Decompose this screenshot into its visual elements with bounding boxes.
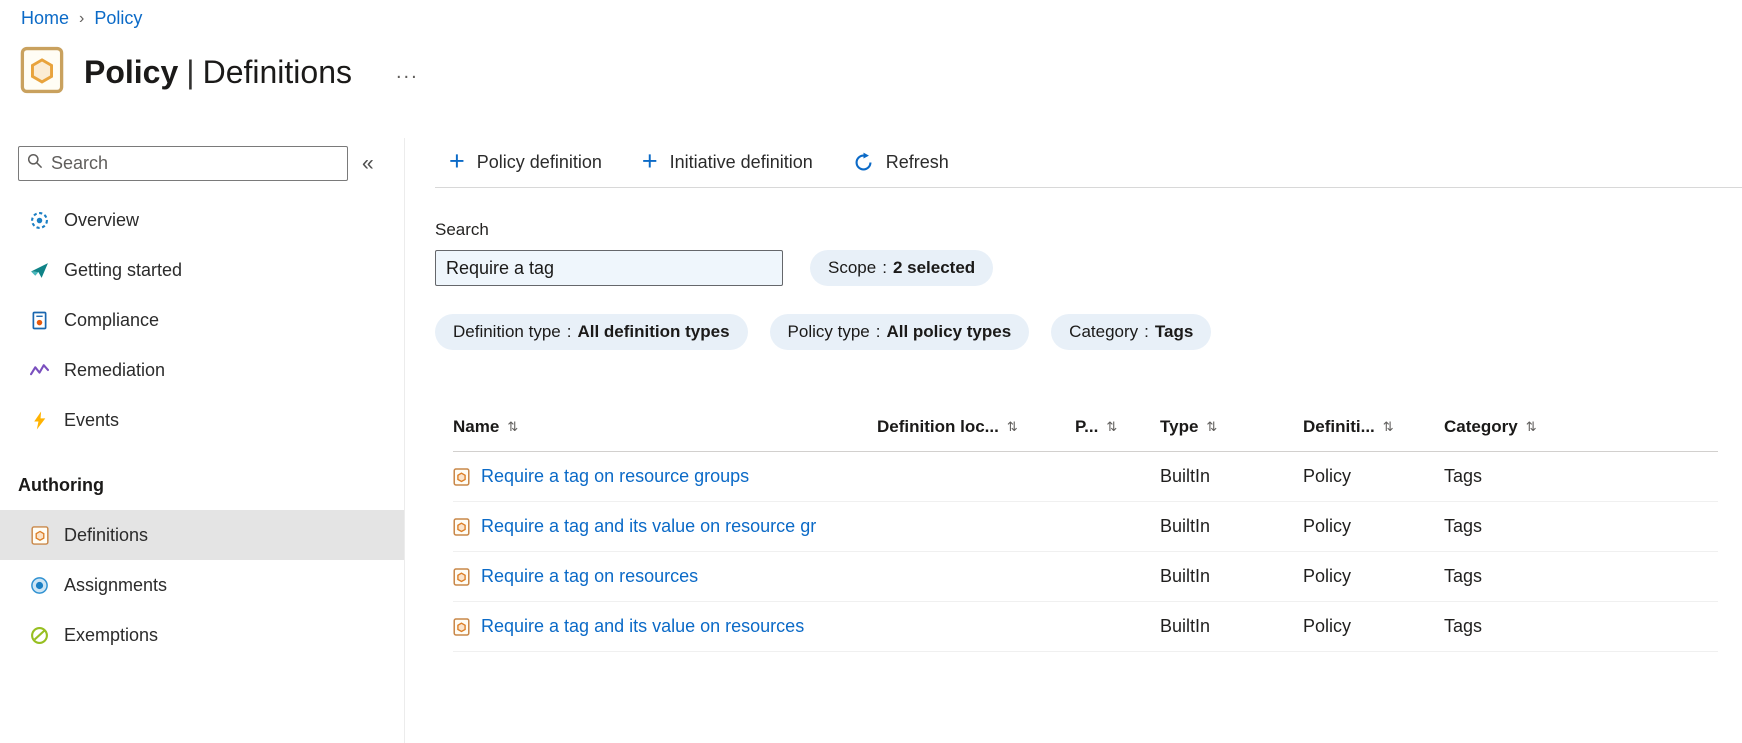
sidebar-nav: Overview Getting started Compliance Reme… bbox=[0, 195, 404, 660]
definition-type-cell: Policy bbox=[1303, 566, 1352, 586]
page-title: Policy | Definitions bbox=[84, 54, 352, 90]
table-row: Require a tag on resources BuiltIn Polic… bbox=[453, 552, 1718, 602]
breadcrumb-home-link[interactable]: Home bbox=[21, 8, 69, 29]
sort-icon: ⇅ bbox=[507, 418, 519, 434]
table-row: Require a tag on resource groups BuiltIn… bbox=[453, 452, 1718, 502]
sidebar-item-overview[interactable]: Overview bbox=[0, 195, 404, 245]
table-row: Require a tag and its value on resources… bbox=[453, 602, 1718, 652]
column-header-type[interactable]: Type ⇅ bbox=[1160, 417, 1303, 437]
main-content: + Policy definition + Initiative definit… bbox=[435, 138, 1742, 743]
plus-icon: + bbox=[449, 145, 465, 176]
breadcrumb-policy-link[interactable]: Policy bbox=[94, 8, 142, 29]
sidebar-item-definitions[interactable]: Definitions bbox=[0, 510, 404, 560]
sidebar-search-box[interactable] bbox=[18, 146, 348, 181]
getting-started-icon bbox=[30, 261, 49, 280]
breadcrumb: Home › Policy bbox=[21, 8, 142, 29]
type-cell: BuiltIn bbox=[1160, 466, 1211, 486]
definitions-table: Name ⇅ Definition loc... ⇅ P... ⇅ Type ⇅… bbox=[435, 402, 1742, 652]
category-cell: Tags bbox=[1444, 566, 1483, 586]
sort-icon: ⇅ bbox=[1525, 418, 1537, 434]
policy-definition-icon bbox=[453, 617, 470, 636]
sidebar-item-events[interactable]: Events bbox=[0, 395, 404, 445]
type-cell: BuiltIn bbox=[1160, 616, 1211, 636]
compliance-icon bbox=[30, 311, 49, 330]
sidebar-item-assignments[interactable]: Assignments bbox=[0, 560, 404, 610]
column-header-definition-type[interactable]: Definiti... ⇅ bbox=[1303, 417, 1444, 437]
sidebar-item-compliance[interactable]: Compliance bbox=[0, 295, 404, 345]
sidebar-item-label: Assignments bbox=[64, 574, 168, 595]
sidebar-item-label: Definitions bbox=[64, 524, 149, 545]
command-bar: + Policy definition + Initiative definit… bbox=[435, 138, 1742, 188]
sidebar-item-label: Events bbox=[64, 409, 120, 430]
page-header: Policy | Definitions ... bbox=[20, 46, 419, 99]
definition-type-cell: Policy bbox=[1303, 516, 1352, 536]
definitions-icon bbox=[30, 525, 49, 545]
category-cell: Tags bbox=[1444, 616, 1483, 636]
definition-link[interactable]: Require a tag and its value on resources bbox=[481, 616, 804, 637]
breadcrumb-chevron-icon: › bbox=[79, 9, 85, 27]
sidebar-item-label: Compliance bbox=[64, 309, 160, 330]
sidebar-collapse-button[interactable]: « bbox=[362, 152, 374, 176]
sort-icon: ⇅ bbox=[1206, 418, 1218, 434]
sidebar-item-label: Overview bbox=[64, 209, 140, 230]
filter-row-1: Scope : 2 selected bbox=[435, 250, 1742, 286]
column-header-policies[interactable]: P... ⇅ bbox=[1075, 417, 1160, 437]
policy-definition-button[interactable]: + Policy definition bbox=[449, 145, 602, 176]
sidebar-item-label: Getting started bbox=[64, 259, 183, 280]
definition-type-cell: Policy bbox=[1303, 466, 1352, 486]
exemptions-icon bbox=[30, 626, 49, 645]
sidebar-search-input[interactable] bbox=[51, 153, 339, 174]
plus-icon: + bbox=[641, 145, 658, 176]
search-label: Search bbox=[435, 220, 489, 239]
remediation-icon bbox=[30, 361, 49, 380]
assignments-icon bbox=[30, 576, 49, 595]
sort-icon: ⇅ bbox=[1106, 418, 1118, 434]
initiative-definition-button[interactable]: + Initiative definition bbox=[641, 145, 813, 176]
definition-type-cell: Policy bbox=[1303, 616, 1352, 636]
events-icon bbox=[30, 411, 49, 430]
policy-page-icon bbox=[20, 46, 64, 99]
overview-icon bbox=[30, 211, 49, 230]
definition-link[interactable]: Require a tag and its value on resource … bbox=[481, 516, 816, 537]
table-row: Require a tag and its value on resource … bbox=[453, 502, 1718, 552]
policy-type-filter-pill[interactable]: Policy type : All policy types bbox=[769, 314, 1030, 350]
filter-row-2: Definition type : All definition types P… bbox=[435, 314, 1742, 350]
sidebar-search-row: « bbox=[0, 138, 404, 189]
definition-link[interactable]: Require a tag on resources bbox=[481, 566, 698, 587]
sidebar-section-authoring: Authoring bbox=[18, 475, 104, 495]
search-icon bbox=[27, 153, 43, 174]
column-header-name[interactable]: Name ⇅ bbox=[453, 417, 877, 437]
sidebar-item-getting-started[interactable]: Getting started bbox=[0, 245, 404, 295]
filter-section: Search Scope : 2 selected Definition typ… bbox=[435, 220, 1742, 350]
sidebar-item-label: Exemptions bbox=[64, 624, 159, 645]
sidebar-item-exemptions[interactable]: Exemptions bbox=[0, 610, 404, 660]
definition-search-input[interactable] bbox=[435, 250, 783, 286]
policy-definition-icon bbox=[453, 517, 470, 536]
sidebar-item-remediation[interactable]: Remediation bbox=[0, 345, 404, 395]
sort-icon: ⇅ bbox=[1006, 418, 1018, 434]
policy-definition-icon bbox=[453, 567, 470, 586]
refresh-button[interactable]: Refresh bbox=[853, 152, 949, 173]
column-header-definition-location[interactable]: Definition loc... ⇅ bbox=[877, 417, 1075, 437]
category-cell: Tags bbox=[1444, 516, 1483, 536]
column-header-category[interactable]: Category ⇅ bbox=[1444, 417, 1718, 437]
more-options-button[interactable]: ... bbox=[396, 61, 419, 84]
category-cell: Tags bbox=[1444, 466, 1483, 486]
definition-link[interactable]: Require a tag on resource groups bbox=[481, 466, 749, 487]
type-cell: BuiltIn bbox=[1160, 516, 1211, 536]
sort-icon: ⇅ bbox=[1382, 418, 1394, 434]
sidebar-item-label: Remediation bbox=[64, 359, 166, 380]
scope-filter-pill[interactable]: Scope : 2 selected bbox=[810, 250, 994, 286]
category-filter-pill[interactable]: Category : Tags bbox=[1051, 314, 1212, 350]
type-cell: BuiltIn bbox=[1160, 566, 1211, 586]
refresh-icon bbox=[853, 152, 874, 173]
definition-type-filter-pill[interactable]: Definition type : All definition types bbox=[435, 314, 748, 350]
sidebar: « Overview Getting started bbox=[0, 138, 405, 743]
table-header-row: Name ⇅ Definition loc... ⇅ P... ⇅ Type ⇅… bbox=[453, 402, 1718, 452]
policy-definition-icon bbox=[453, 467, 470, 486]
